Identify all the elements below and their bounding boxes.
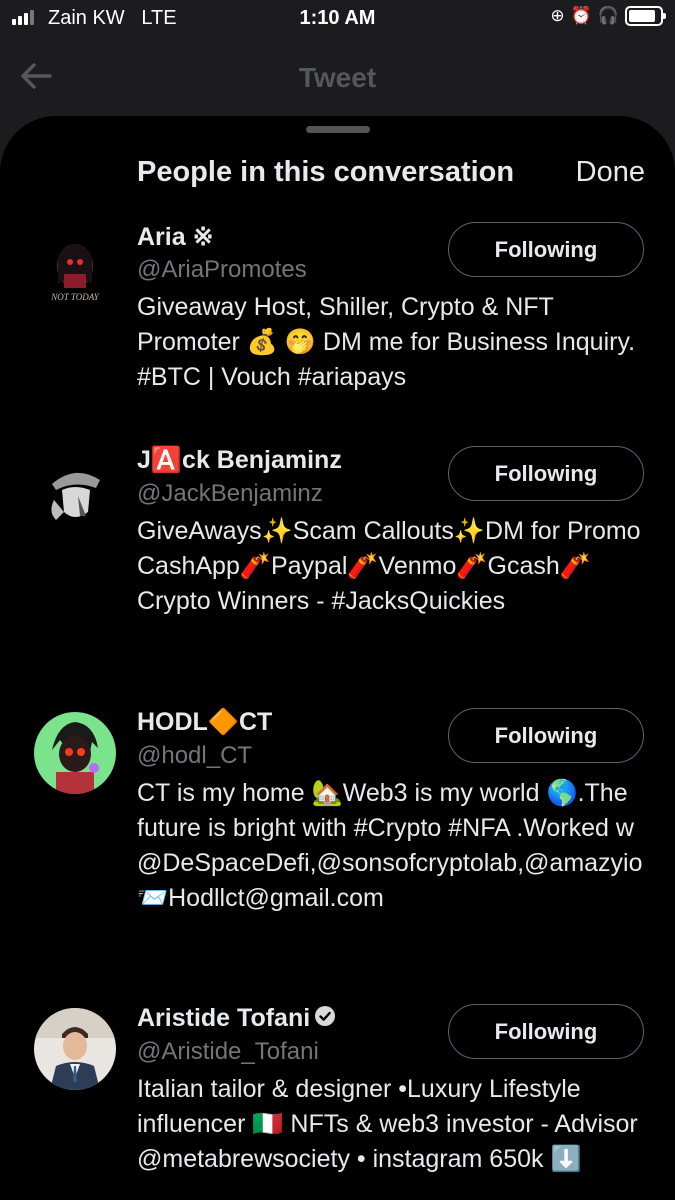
- sheet-title: People in this conversation: [137, 156, 515, 188]
- conversation-people-sheet: People in this conversation Done NOT TOD…: [0, 116, 675, 1200]
- person-name[interactable]: J🅰️ck Benjaminz: [137, 446, 342, 475]
- person-name[interactable]: Aria ※: [137, 222, 214, 252]
- following-button[interactable]: Following: [448, 1004, 644, 1059]
- name-symbol: ※: [192, 223, 214, 251]
- person-handle[interactable]: @hodl_CT: [137, 742, 252, 770]
- person-handle[interactable]: @JackBenjaminz: [137, 480, 323, 508]
- following-button[interactable]: Following: [448, 222, 644, 277]
- status-icons: ⊕ ⏰ 🎧: [550, 6, 666, 26]
- status-bar: Zain KW LTE 1:10 AM ⊕ ⏰ 🎧: [0, 0, 675, 38]
- person-handle[interactable]: @Aristide_Tofani: [137, 1038, 319, 1066]
- person-name[interactable]: Aristide Tofani: [137, 1004, 336, 1034]
- avatar[interactable]: [34, 712, 116, 794]
- battery-icon: [625, 6, 666, 26]
- person-name[interactable]: HODL🔶CT: [137, 708, 272, 737]
- avatar[interactable]: [34, 450, 116, 532]
- name-emoji: 🅰️: [150, 446, 183, 474]
- orientation-lock-icon: ⊕: [550, 6, 565, 25]
- person-bio: CT is my home 🏡Web3 is my world 🌎.The fu…: [137, 779, 643, 912]
- alarm-icon: ⏰: [570, 6, 592, 25]
- avatar[interactable]: [34, 1008, 116, 1090]
- person-bio: Giveaway Host, Shiller, Crypto & NFT Pro…: [137, 293, 636, 391]
- svg-text:NOT TODAY: NOT TODAY: [50, 292, 99, 302]
- avatar[interactable]: NOT TODAY: [34, 226, 116, 308]
- avatar-image: NOT TODAY: [34, 226, 116, 308]
- page-title: Tweet: [298, 62, 377, 93]
- display-name: CT: [238, 708, 273, 736]
- avatar-image: [34, 1008, 116, 1090]
- avatar-image: [34, 450, 116, 532]
- verified-badge-icon: [314, 1005, 336, 1034]
- display-name: ck Benjaminz: [182, 446, 342, 474]
- following-button[interactable]: Following: [448, 446, 644, 501]
- person-handle[interactable]: @AriaPromotes: [137, 256, 307, 284]
- display-name: Aria: [137, 223, 186, 251]
- person-bio: GiveAways✨Scam Callouts✨DM for Promo Cas…: [137, 517, 641, 615]
- nav-bar: Tweet: [0, 38, 675, 118]
- headphones-icon: 🎧: [597, 6, 619, 25]
- following-button[interactable]: Following: [448, 708, 644, 763]
- display-name-prefix: J: [137, 446, 151, 474]
- person-bio: Italian tailor & designer •Luxury Lifest…: [137, 1075, 638, 1173]
- display-name-prefix: HODL: [137, 708, 208, 736]
- name-emoji: 🔶: [207, 708, 239, 736]
- display-name: Aristide Tofani: [137, 1004, 311, 1032]
- sheet-grabber-handle[interactable]: [306, 126, 370, 133]
- done-button[interactable]: Done: [576, 156, 645, 189]
- avatar-image: [34, 712, 116, 794]
